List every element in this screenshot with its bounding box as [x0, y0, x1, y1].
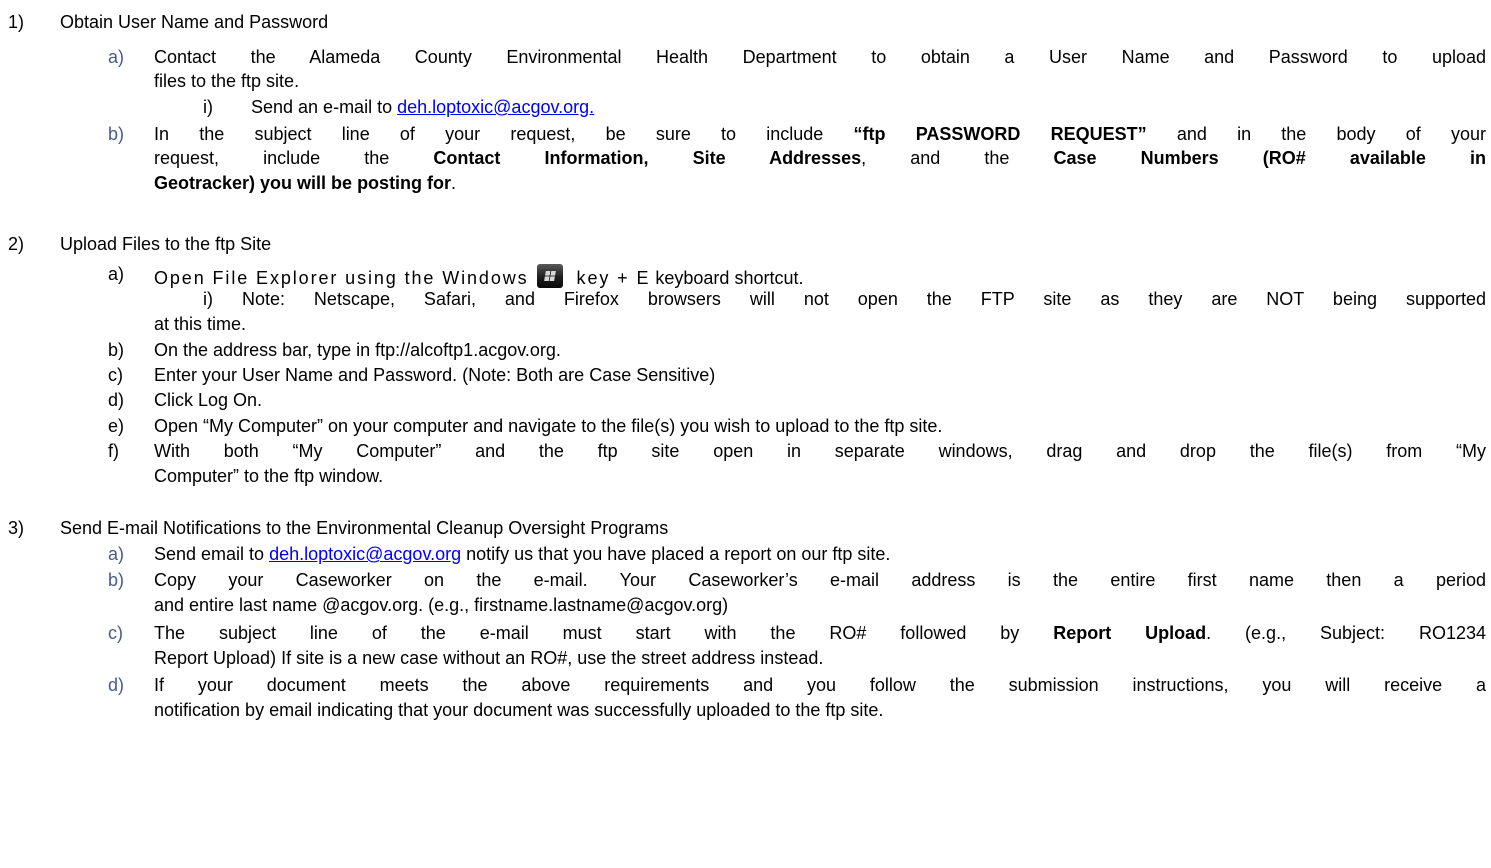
item-text: On the address bar, type in ftp://alcoft…: [154, 340, 561, 360]
note-text: at this time.: [154, 314, 247, 334]
item-marker: a): [108, 544, 125, 564]
email-link[interactable]: deh.loptoxic@acgov.org.: [397, 97, 594, 117]
text-run: Send email to: [154, 544, 270, 564]
item-marker: d): [108, 390, 125, 410]
text-run: keyboard shortcut.: [650, 268, 804, 288]
item-marker: c): [108, 623, 123, 643]
bold-run: Geotracker) you will be posting for: [154, 173, 452, 193]
section-title: Upload Files to the ftp Site: [60, 234, 272, 254]
item-marker: e): [108, 416, 125, 436]
item-text: Report Upload) If site is a new case wit…: [154, 648, 824, 668]
text-run: key + E: [576, 268, 651, 288]
email-instruction: Send an e-mail to: [251, 97, 398, 117]
bold-run: Contact Information, Site Addresses: [433, 148, 862, 168]
item-text: If your document meets the above require…: [154, 675, 1486, 695]
section-title: Send E-mail Notifications to the Environ…: [60, 518, 669, 538]
item-marker: b): [108, 340, 125, 360]
item-text: Contact the Alameda County Environmental…: [154, 47, 1486, 67]
item-marker: d): [108, 675, 125, 695]
item-text: notification by email indicating that yo…: [154, 700, 884, 720]
item-text: Computer” to the ftp window.: [154, 466, 384, 486]
item-text: Copy your Caseworker on the e-mail. Your…: [154, 570, 1486, 590]
item-marker: a): [108, 264, 125, 284]
item-text: files to the ftp site.: [154, 71, 300, 91]
item-text: In the subject line of your request, be …: [154, 124, 1486, 145]
windows-key-icon: [536, 264, 563, 288]
bold-run: Case Numbers (RO# available in: [1053, 148, 1487, 168]
subitem-text: Send an e-mail to deh.loptoxic@acgov.org…: [251, 97, 594, 118]
text-run: and in the body of your: [1146, 124, 1486, 144]
bold-run: “ftp PASSWORD REQUEST”: [853, 124, 1147, 144]
text-run: Open File Explorer using the Windows: [154, 268, 529, 288]
item-text: and entire last name @acgov.org. (e.g., …: [154, 595, 729, 615]
subitem-marker: i): [203, 97, 213, 117]
note-text: i) Note: Netscape, Safari, and Firefox b…: [203, 289, 1486, 309]
item-marker: b): [108, 124, 125, 144]
item-text: The subject line of the e-mail must star…: [154, 623, 1486, 644]
text-run: . (e.g., Subject: RO1234: [1206, 623, 1486, 643]
text-run: The subject line of the e-mail must star…: [154, 623, 1054, 643]
text-run: , and the: [861, 148, 1054, 168]
text-run: .: [451, 173, 457, 193]
text-run: In the subject line of your request, be …: [154, 124, 854, 144]
text-run: request, include the: [154, 148, 434, 168]
section-number: 3): [8, 518, 25, 538]
item-text: Send email to deh.loptoxic@acgov.org not…: [154, 544, 890, 565]
item-marker: f): [108, 441, 119, 461]
section-number: 1): [8, 12, 25, 32]
bold-run: Report Upload: [1053, 623, 1207, 643]
item-marker: b): [108, 570, 125, 590]
item-text: Enter your User Name and Password. (Note…: [154, 365, 716, 385]
item-text: Click Log On.: [154, 390, 263, 410]
section-number: 2): [8, 234, 25, 254]
item-text: Geotracker) you will be posting for.: [154, 173, 456, 194]
section-title: Obtain User Name and Password: [60, 12, 329, 32]
text-run: notify us that you have placed a report …: [461, 544, 891, 564]
item-text: Open File Explorer using the Windows key …: [154, 264, 803, 289]
item-marker: a): [108, 47, 125, 67]
item-text: With both “My Computer” and the ftp site…: [154, 441, 1486, 461]
item-text: Open “My Computer” on your computer and …: [154, 416, 943, 436]
item-marker: c): [108, 365, 123, 385]
email-link[interactable]: deh.loptoxic@acgov.org: [269, 544, 461, 564]
item-text: request, include the Contact Information…: [154, 148, 1486, 169]
